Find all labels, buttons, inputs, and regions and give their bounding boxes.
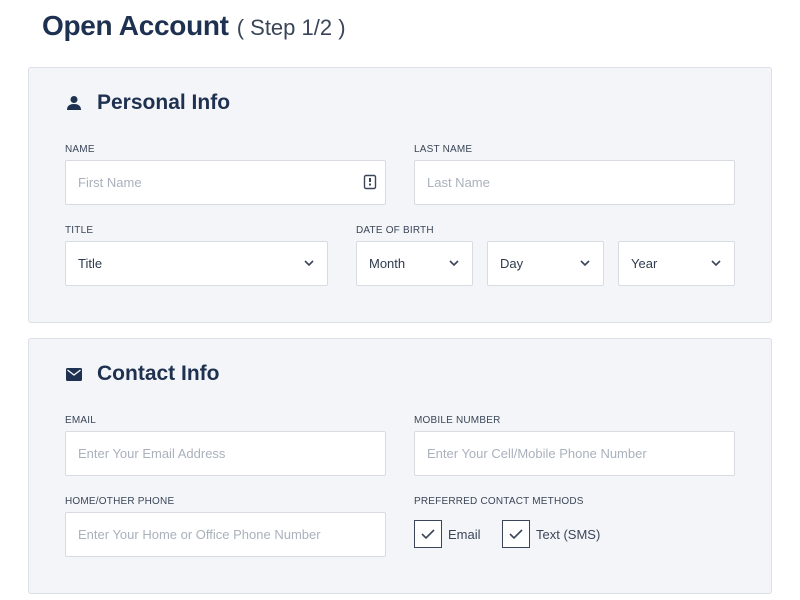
email-field[interactable] xyxy=(65,431,386,476)
chevron-down-icon xyxy=(579,258,591,270)
person-icon xyxy=(65,94,83,112)
home-phone-input[interactable] xyxy=(66,513,385,556)
page-title: Open Account ( Step 1/2 ) xyxy=(42,10,346,46)
personal-info-heading: Personal Info xyxy=(97,91,231,114)
contact-info-panel: Contact Info EMAIL MOBILE NUMBER HOME/OT… xyxy=(28,338,772,594)
sms-method-label: Text (SMS) xyxy=(536,526,601,542)
email-method-label: Email xyxy=(448,526,481,542)
mobile-number-input[interactable] xyxy=(415,432,734,475)
chevron-down-icon xyxy=(303,258,315,270)
checkbox-box[interactable] xyxy=(502,520,530,548)
email-label: EMAIL xyxy=(65,415,97,426)
last-name-label: LAST NAME xyxy=(414,144,473,155)
envelope-icon xyxy=(65,365,83,383)
date-of-birth-label: DATE OF BIRTH xyxy=(356,225,434,236)
home-phone-label: HOME/OTHER PHONE xyxy=(65,496,175,507)
first-name-field[interactable] xyxy=(65,160,386,205)
page-title-text: Open Account xyxy=(42,10,229,41)
mobile-number-field[interactable] xyxy=(414,431,735,476)
contact-card-icon xyxy=(363,174,377,190)
sms-method-checkbox[interactable]: Text (SMS) xyxy=(502,520,600,548)
email-method-checkbox[interactable]: Email xyxy=(414,520,481,548)
month-select[interactable]: Month xyxy=(356,241,473,286)
first-name-input[interactable] xyxy=(66,161,385,204)
last-name-input[interactable] xyxy=(415,161,734,204)
name-label: NAME xyxy=(65,144,95,155)
checkmark-icon xyxy=(509,529,523,540)
checkbox-box[interactable] xyxy=(414,520,442,548)
step-indicator: ( Step 1/2 ) xyxy=(236,15,346,40)
chevron-down-icon xyxy=(710,258,722,270)
contact-info-header: Contact Info xyxy=(65,359,219,389)
day-select-value: Day xyxy=(500,256,524,271)
title-select[interactable]: Title xyxy=(65,241,328,286)
chevron-down-icon xyxy=(448,258,460,270)
contact-info-heading: Contact Info xyxy=(97,362,220,385)
personal-info-panel: Personal Info NAME LAST NAME TITLE Title… xyxy=(28,67,772,323)
preferred-contact-methods-label: PREFERRED CONTACT METHODS xyxy=(414,496,584,507)
personal-info-header: Personal Info xyxy=(65,88,230,118)
email-input[interactable] xyxy=(66,432,385,475)
last-name-field[interactable] xyxy=(414,160,735,205)
year-select-value: Year xyxy=(631,256,658,271)
mobile-number-label: MOBILE NUMBER xyxy=(414,415,501,426)
title-select-value: Title xyxy=(78,256,103,271)
month-select-value: Month xyxy=(369,256,406,271)
day-select[interactable]: Day xyxy=(487,241,604,286)
year-select[interactable]: Year xyxy=(618,241,735,286)
checkmark-icon xyxy=(421,529,435,540)
title-label: TITLE xyxy=(65,225,94,236)
home-phone-field[interactable] xyxy=(65,512,386,557)
